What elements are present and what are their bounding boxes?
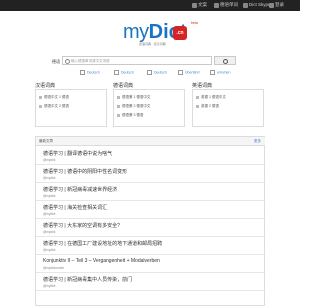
column-box-german: 德语第 1 德语中文 德语第 2 德语中文 德语第 3 德语 <box>113 89 185 127</box>
site-logo[interactable]: myDict .cn beta 德语词典 · 德汉词典 <box>123 21 198 46</box>
search-icon <box>223 59 228 64</box>
nav-item-skype[interactable]: Dict Skype <box>249 2 271 8</box>
more-link[interactable]: 更多 <box>254 139 261 144</box>
search-button[interactable] <box>214 56 236 65</box>
nav-item-login[interactable]: 登录 <box>275 2 284 8</box>
top-navbar: 文案 德语单词 Dict Skype 登录 <box>0 0 300 11</box>
checkbox-icon[interactable] <box>210 70 215 75</box>
post-title[interactable]: 德语学习 | 德语中的阴阳中性名词变形 <box>43 168 127 175</box>
bullet-icon <box>117 95 120 99</box>
post-title[interactable]: Konjunktiv II – Teil 3 – Vergangenheit +… <box>43 258 160 264</box>
list-item[interactable]: 德语第 3 德语 <box>117 113 143 118</box>
post-user[interactable]: @mydict <box>43 248 55 252</box>
list-item[interactable]: 英德 2 德语 <box>196 104 219 109</box>
lang-option[interactable]: Deutsch <box>114 70 134 75</box>
lang-option[interactable]: Deutsch <box>147 70 167 75</box>
lang-option[interactable]: Überfahrt <box>178 70 200 75</box>
bullet-icon <box>117 104 120 108</box>
search-placeholder: 输入德语单词或中文词语 <box>71 59 110 63</box>
bullet-icon <box>117 113 120 117</box>
post-user[interactable]: @mydict <box>43 212 55 216</box>
post-title[interactable]: 德语学习 | 大东家的空调有多安全? <box>43 222 120 229</box>
lang-option[interactable]: erlochen <box>210 70 230 75</box>
list-item[interactable]: 德语学习 | 海关检查相关词汇 @mydict <box>36 200 265 219</box>
column-title-english: 英语词典 <box>192 83 213 89</box>
search-input[interactable]: 输入德语单词或中文词语 <box>62 56 212 65</box>
post-user[interactable]: @mydict <box>43 176 55 180</box>
logo-beta: beta <box>191 21 198 25</box>
column-box-english: 英德 1 德语中文 英德 2 德语 <box>192 89 264 127</box>
logo-my: my <box>123 21 149 43</box>
logo-cn-badge: .cn <box>173 26 187 40</box>
checkbox-icon[interactable] <box>80 70 85 75</box>
list-item[interactable]: 德语学习 | 翻译德语中说为啥气 @mydict <box>36 146 265 165</box>
list-item[interactable]: 英德 1 德语中文 <box>196 95 226 100</box>
list-item[interactable]: 德语第 1 德语中文 <box>117 95 150 100</box>
post-user[interactable]: @mydict <box>43 230 55 234</box>
post-title[interactable]: 德语学习 | 翻译德语中说为啥气 <box>43 150 112 157</box>
document-icon <box>192 2 197 8</box>
articles-panel: 最新文章 更多 德语学习 | 翻译德语中说为啥气 @mydict 德语学习 | … <box>35 136 265 306</box>
list-item[interactable]: 德语第 2 德语中文 <box>117 104 150 109</box>
post-title[interactable]: 德语学习 | 新冠病毒集中人员传染，前门 <box>43 276 132 283</box>
checkbox-icon[interactable] <box>178 70 183 75</box>
user-icon <box>269 2 274 8</box>
list-item[interactable]: 德语学习 | 德语中的阴阳中性名词变形 @mydict <box>36 164 265 183</box>
search-icon <box>65 59 70 64</box>
list-item[interactable]: Konjunktiv II – Teil 3 – Vergangenheit +… <box>36 254 265 273</box>
column-box-chinese: 德语中文 1 德语 德语中文 2 德语 <box>35 89 107 127</box>
bullet-icon <box>196 95 199 99</box>
bullet-icon <box>39 104 42 108</box>
post-title[interactable]: 德语学习 | 在德国工厂建设地址的地下通道和邮局招聘 <box>43 240 162 247</box>
panel-title: 最新文章 <box>39 139 53 143</box>
post-user[interactable]: @mydictcomm <box>43 266 64 270</box>
list-item[interactable]: 德语学习 | 在德国工厂建设地址的地下通道和邮局招聘 @mydict <box>36 236 265 255</box>
nav-item-words[interactable]: 德语单词 <box>220 2 238 8</box>
list-item[interactable]: 德语中文 2 德语 <box>39 104 69 109</box>
list-item[interactable]: 德语学习 | 大东家的空调有多安全? @mydict <box>36 218 265 237</box>
panel-header: 最新文章 更多 <box>36 137 265 146</box>
bullet-icon <box>196 104 199 108</box>
checkbox-icon[interactable] <box>114 70 119 75</box>
bullet-icon <box>39 95 42 99</box>
post-user[interactable]: @mydict <box>43 158 55 162</box>
skype-icon <box>243 2 248 8</box>
lang-option[interactable]: Deutsch <box>80 70 100 75</box>
post-user[interactable]: @mydict <box>43 284 55 288</box>
book-icon <box>214 2 219 8</box>
list-item[interactable]: 德语中文 1 德语 <box>39 95 69 100</box>
post-user[interactable]: @mydict <box>43 194 55 198</box>
column-title-german: 德语词典 <box>113 83 134 89</box>
post-title[interactable]: 德语学习 | 新冠病毒减速世界经济 <box>43 186 117 193</box>
checkbox-icon[interactable] <box>147 70 152 75</box>
post-title[interactable]: 德语学习 | 海关检查相关词汇 <box>43 204 107 211</box>
list-item[interactable]: 德语学习 | 新冠病毒减速世界经济 @mydict <box>36 182 265 201</box>
logo-subtitle: 德语词典 · 德汉词典 <box>139 42 166 46</box>
list-item[interactable]: 德语学习 | 新冠病毒集中人员传染，前门 @mydict <box>36 272 265 291</box>
search-language-label[interactable]: 德语 <box>52 59 60 65</box>
column-title-chinese: 汉语词典 <box>35 83 56 89</box>
nav-item-articles[interactable]: 文案 <box>198 2 207 8</box>
